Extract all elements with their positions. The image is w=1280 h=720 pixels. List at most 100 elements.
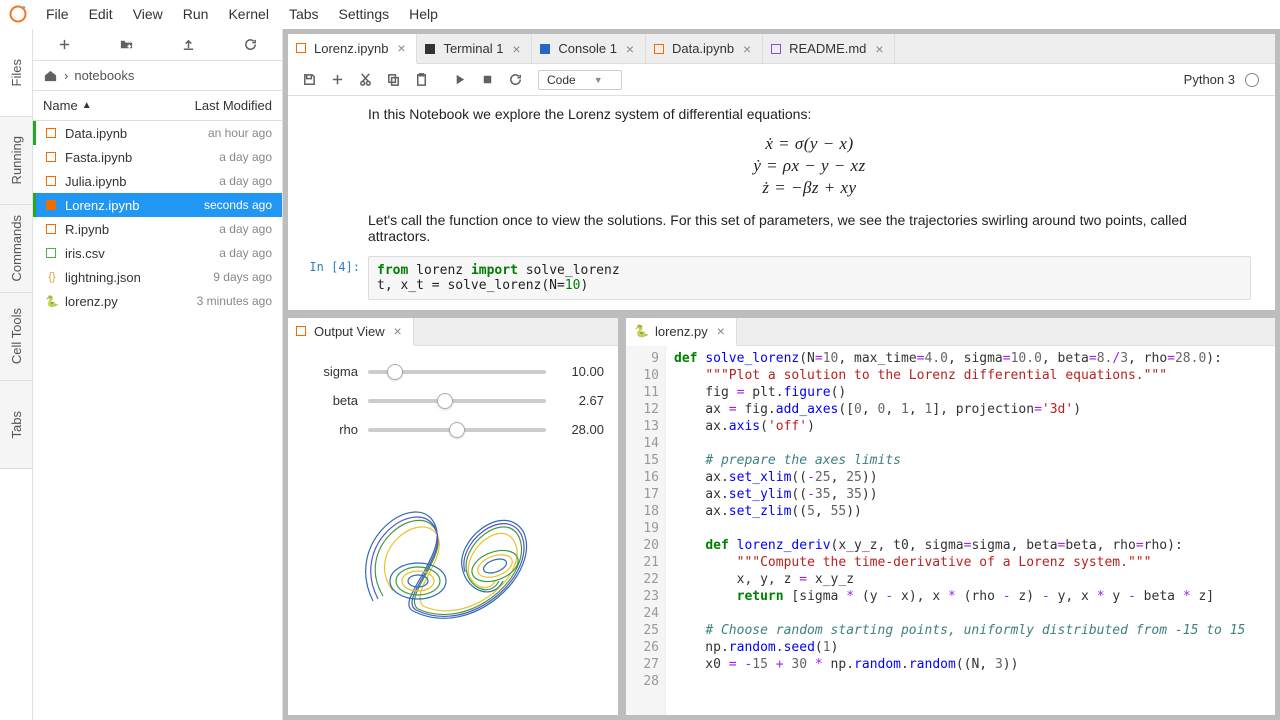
file-row[interactable]: 🐍lorenz.py3 minutes ago [33, 289, 282, 313]
line-number: 27 [626, 656, 659, 673]
slider-sigma[interactable]: sigma 10.00 [302, 364, 604, 379]
new-folder-button[interactable] [114, 33, 138, 57]
file-modified: 9 days ago [213, 270, 272, 284]
file-name: iris.csv [65, 246, 219, 261]
file-list[interactable]: Data.ipynban hour agoFasta.ipynba day ag… [33, 121, 282, 720]
slider-thumb[interactable] [387, 364, 403, 380]
tab-output-view[interactable]: Output View × [288, 318, 414, 346]
menu-view[interactable]: View [123, 2, 173, 26]
menu-run[interactable]: Run [173, 2, 219, 26]
code-content[interactable]: def solve_lorenz(N=10, max_time=4.0, sig… [666, 346, 1275, 715]
tab-lorenz-py[interactable]: 🐍 lorenz.py × [626, 318, 737, 346]
run-button[interactable] [446, 68, 472, 92]
file-name: R.ipynb [65, 222, 219, 237]
cell-type-select[interactable]: Code▼ [538, 70, 622, 90]
insert-cell-button[interactable] [324, 68, 350, 92]
left-tab-celltools[interactable]: Cell Tools [0, 293, 32, 381]
paste-button[interactable] [408, 68, 434, 92]
close-icon[interactable]: × [623, 42, 637, 56]
menu-edit[interactable]: Edit [79, 2, 123, 26]
equations: ẋ = σ(y − x) ẏ = ρx − y − xz ż = −βz + x… [368, 134, 1251, 198]
copy-button[interactable] [380, 68, 406, 92]
tab[interactable]: Terminal 1× [417, 34, 532, 63]
code-input[interactable]: from lorenz import solve_lorenz t, x_t =… [368, 256, 1251, 300]
file-row[interactable]: {}lightning.json9 days ago [33, 265, 282, 289]
menu-tabs[interactable]: Tabs [279, 2, 329, 26]
left-tab-running[interactable]: Running [0, 117, 32, 205]
line-number: 19 [626, 520, 659, 537]
cut-button[interactable] [352, 68, 378, 92]
save-button[interactable] [296, 68, 322, 92]
line-number: 9 [626, 350, 659, 367]
tab[interactable]: Console 1× [532, 34, 646, 63]
line-number: 28 [626, 673, 659, 690]
python-icon: 🐍 [634, 324, 649, 338]
kernel-name[interactable]: Python 3 [1184, 72, 1235, 87]
menu-file[interactable]: File [36, 2, 79, 26]
line-number: 17 [626, 486, 659, 503]
new-launcher-button[interactable] [52, 33, 76, 57]
left-tab-tabs[interactable]: Tabs [0, 381, 32, 469]
home-icon [43, 68, 58, 83]
file-modified: a day ago [219, 150, 272, 164]
close-icon[interactable]: × [872, 42, 886, 56]
tab[interactable]: README.md× [763, 34, 895, 63]
close-icon[interactable]: × [509, 42, 523, 56]
refresh-button[interactable] [239, 33, 263, 57]
line-number: 12 [626, 401, 659, 418]
jupyter-logo-icon [8, 4, 28, 24]
tab[interactable]: Lorenz.ipynb × [288, 34, 417, 64]
file-name: Julia.ipynb [65, 174, 219, 189]
slider-track[interactable] [368, 399, 546, 403]
slider-track[interactable] [368, 370, 546, 374]
line-number: 15 [626, 452, 659, 469]
kernel-status-icon[interactable] [1245, 73, 1259, 87]
file-list-header[interactable]: Name▲ Last Modified [33, 91, 282, 121]
menu-kernel[interactable]: Kernel [218, 2, 278, 26]
close-icon[interactable]: × [740, 42, 754, 56]
slider-thumb[interactable] [449, 422, 465, 438]
markdown-text: In this Notebook we explore the Lorenz s… [368, 106, 1251, 122]
file-row[interactable]: Julia.ipynba day ago [33, 169, 282, 193]
markdown-icon [771, 44, 781, 54]
left-tab-files[interactable]: Files [0, 29, 32, 117]
file-row[interactable]: iris.csva day ago [33, 241, 282, 265]
breadcrumb[interactable]: › notebooks [33, 61, 282, 91]
close-icon[interactable]: × [714, 324, 728, 338]
file-modified: a day ago [219, 174, 272, 188]
menu-settings[interactable]: Settings [329, 2, 400, 26]
file-row[interactable]: R.ipynba day ago [33, 217, 282, 241]
notebook-content[interactable]: In this Notebook we explore the Lorenz s… [288, 96, 1275, 310]
file-modified: a day ago [219, 222, 272, 236]
slider-value: 2.67 [556, 393, 604, 408]
slider-value: 10.00 [556, 364, 604, 379]
file-row[interactable]: Lorenz.ipynbseconds ago [33, 193, 282, 217]
slider-label: sigma [302, 364, 358, 379]
menu-help[interactable]: Help [399, 2, 448, 26]
file-row[interactable]: Data.ipynban hour ago [33, 121, 282, 145]
stop-button[interactable] [474, 68, 500, 92]
slider-track[interactable] [368, 428, 546, 432]
notebook-icon [654, 44, 664, 54]
slider-beta[interactable]: beta2.67 [302, 393, 604, 408]
upload-button[interactable] [177, 33, 201, 57]
python-icon: 🐍 [45, 295, 59, 308]
file-row[interactable]: Fasta.ipynba day ago [33, 145, 282, 169]
slider-thumb[interactable] [437, 393, 453, 409]
left-tab-strip: Files Running Commands Cell Tools Tabs [0, 29, 33, 720]
code-cell[interactable]: In [4]: from lorenz import solve_lorenz … [368, 256, 1251, 300]
line-number: 22 [626, 571, 659, 588]
line-number: 16 [626, 469, 659, 486]
slider-rho[interactable]: rho28.00 [302, 422, 604, 437]
notebook-icon [46, 224, 56, 234]
breadcrumb-item[interactable]: notebooks [74, 68, 134, 83]
restart-button[interactable] [502, 68, 528, 92]
left-tab-commands[interactable]: Commands [0, 205, 32, 293]
text-editor[interactable]: 910111213141516171819202122232425262728 … [626, 346, 1275, 715]
notebook-icon [46, 128, 56, 138]
close-icon[interactable]: × [391, 324, 405, 338]
tab-label: Lorenz.ipynb [314, 41, 388, 56]
close-icon[interactable]: × [394, 41, 408, 55]
tab[interactable]: Data.ipynb× [646, 34, 763, 63]
dock-area: Lorenz.ipynb×Terminal 1×Console 1×Data.i… [283, 29, 1280, 720]
